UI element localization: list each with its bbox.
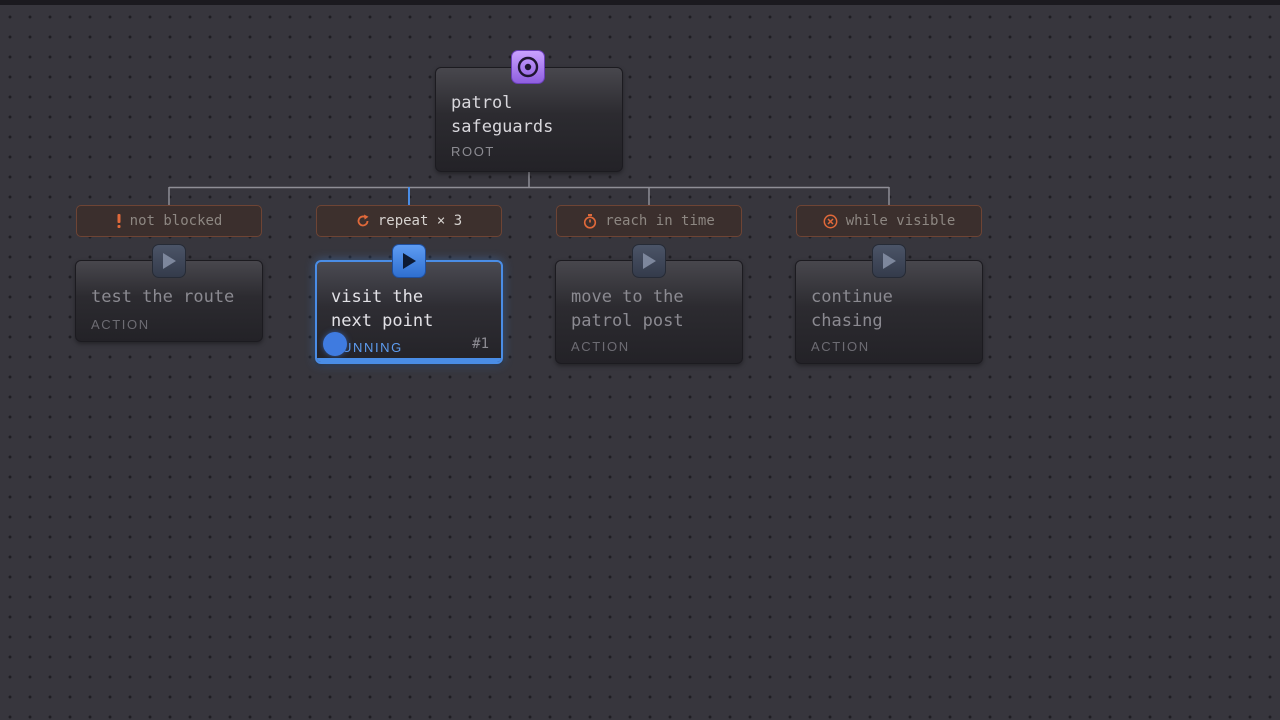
exclamation-icon bbox=[116, 213, 122, 229]
action-title: visit the next point bbox=[331, 287, 434, 331]
running-indicator bbox=[323, 332, 347, 356]
action-title: continue chasing bbox=[811, 287, 893, 331]
decorator-not-blocked[interactable]: not blocked bbox=[76, 205, 262, 237]
decorator-label: not blocked bbox=[129, 213, 223, 229]
action-type-label: ACTION bbox=[91, 317, 150, 332]
decorator-reach-in-time[interactable]: reach in time bbox=[556, 205, 742, 237]
play-icon bbox=[632, 244, 666, 278]
action-title: test the route bbox=[91, 287, 235, 307]
action-type-label: ACTION bbox=[811, 339, 870, 354]
run-counter: #1 bbox=[472, 336, 489, 352]
root-type-label: ROOT bbox=[451, 144, 495, 159]
decorator-label: while visible bbox=[845, 213, 956, 229]
decorator-while-visible[interactable]: while visible bbox=[796, 205, 982, 237]
cancel-circle-icon bbox=[823, 214, 838, 229]
play-icon bbox=[872, 244, 906, 278]
root-title: patrol safeguards bbox=[451, 93, 554, 137]
decorator-repeat[interactable]: repeat × 3 bbox=[316, 205, 502, 237]
decorator-label: repeat × 3 bbox=[377, 213, 463, 229]
decorator-label: reach in time bbox=[605, 213, 715, 229]
play-icon bbox=[152, 244, 186, 278]
running-progress-bar bbox=[317, 358, 501, 362]
play-icon bbox=[392, 244, 426, 278]
action-title: move to the patrol post bbox=[571, 287, 684, 331]
target-icon bbox=[511, 50, 545, 84]
repeat-icon bbox=[356, 214, 370, 228]
action-type-label: ACTION bbox=[571, 339, 630, 354]
timer-icon bbox=[583, 213, 597, 229]
